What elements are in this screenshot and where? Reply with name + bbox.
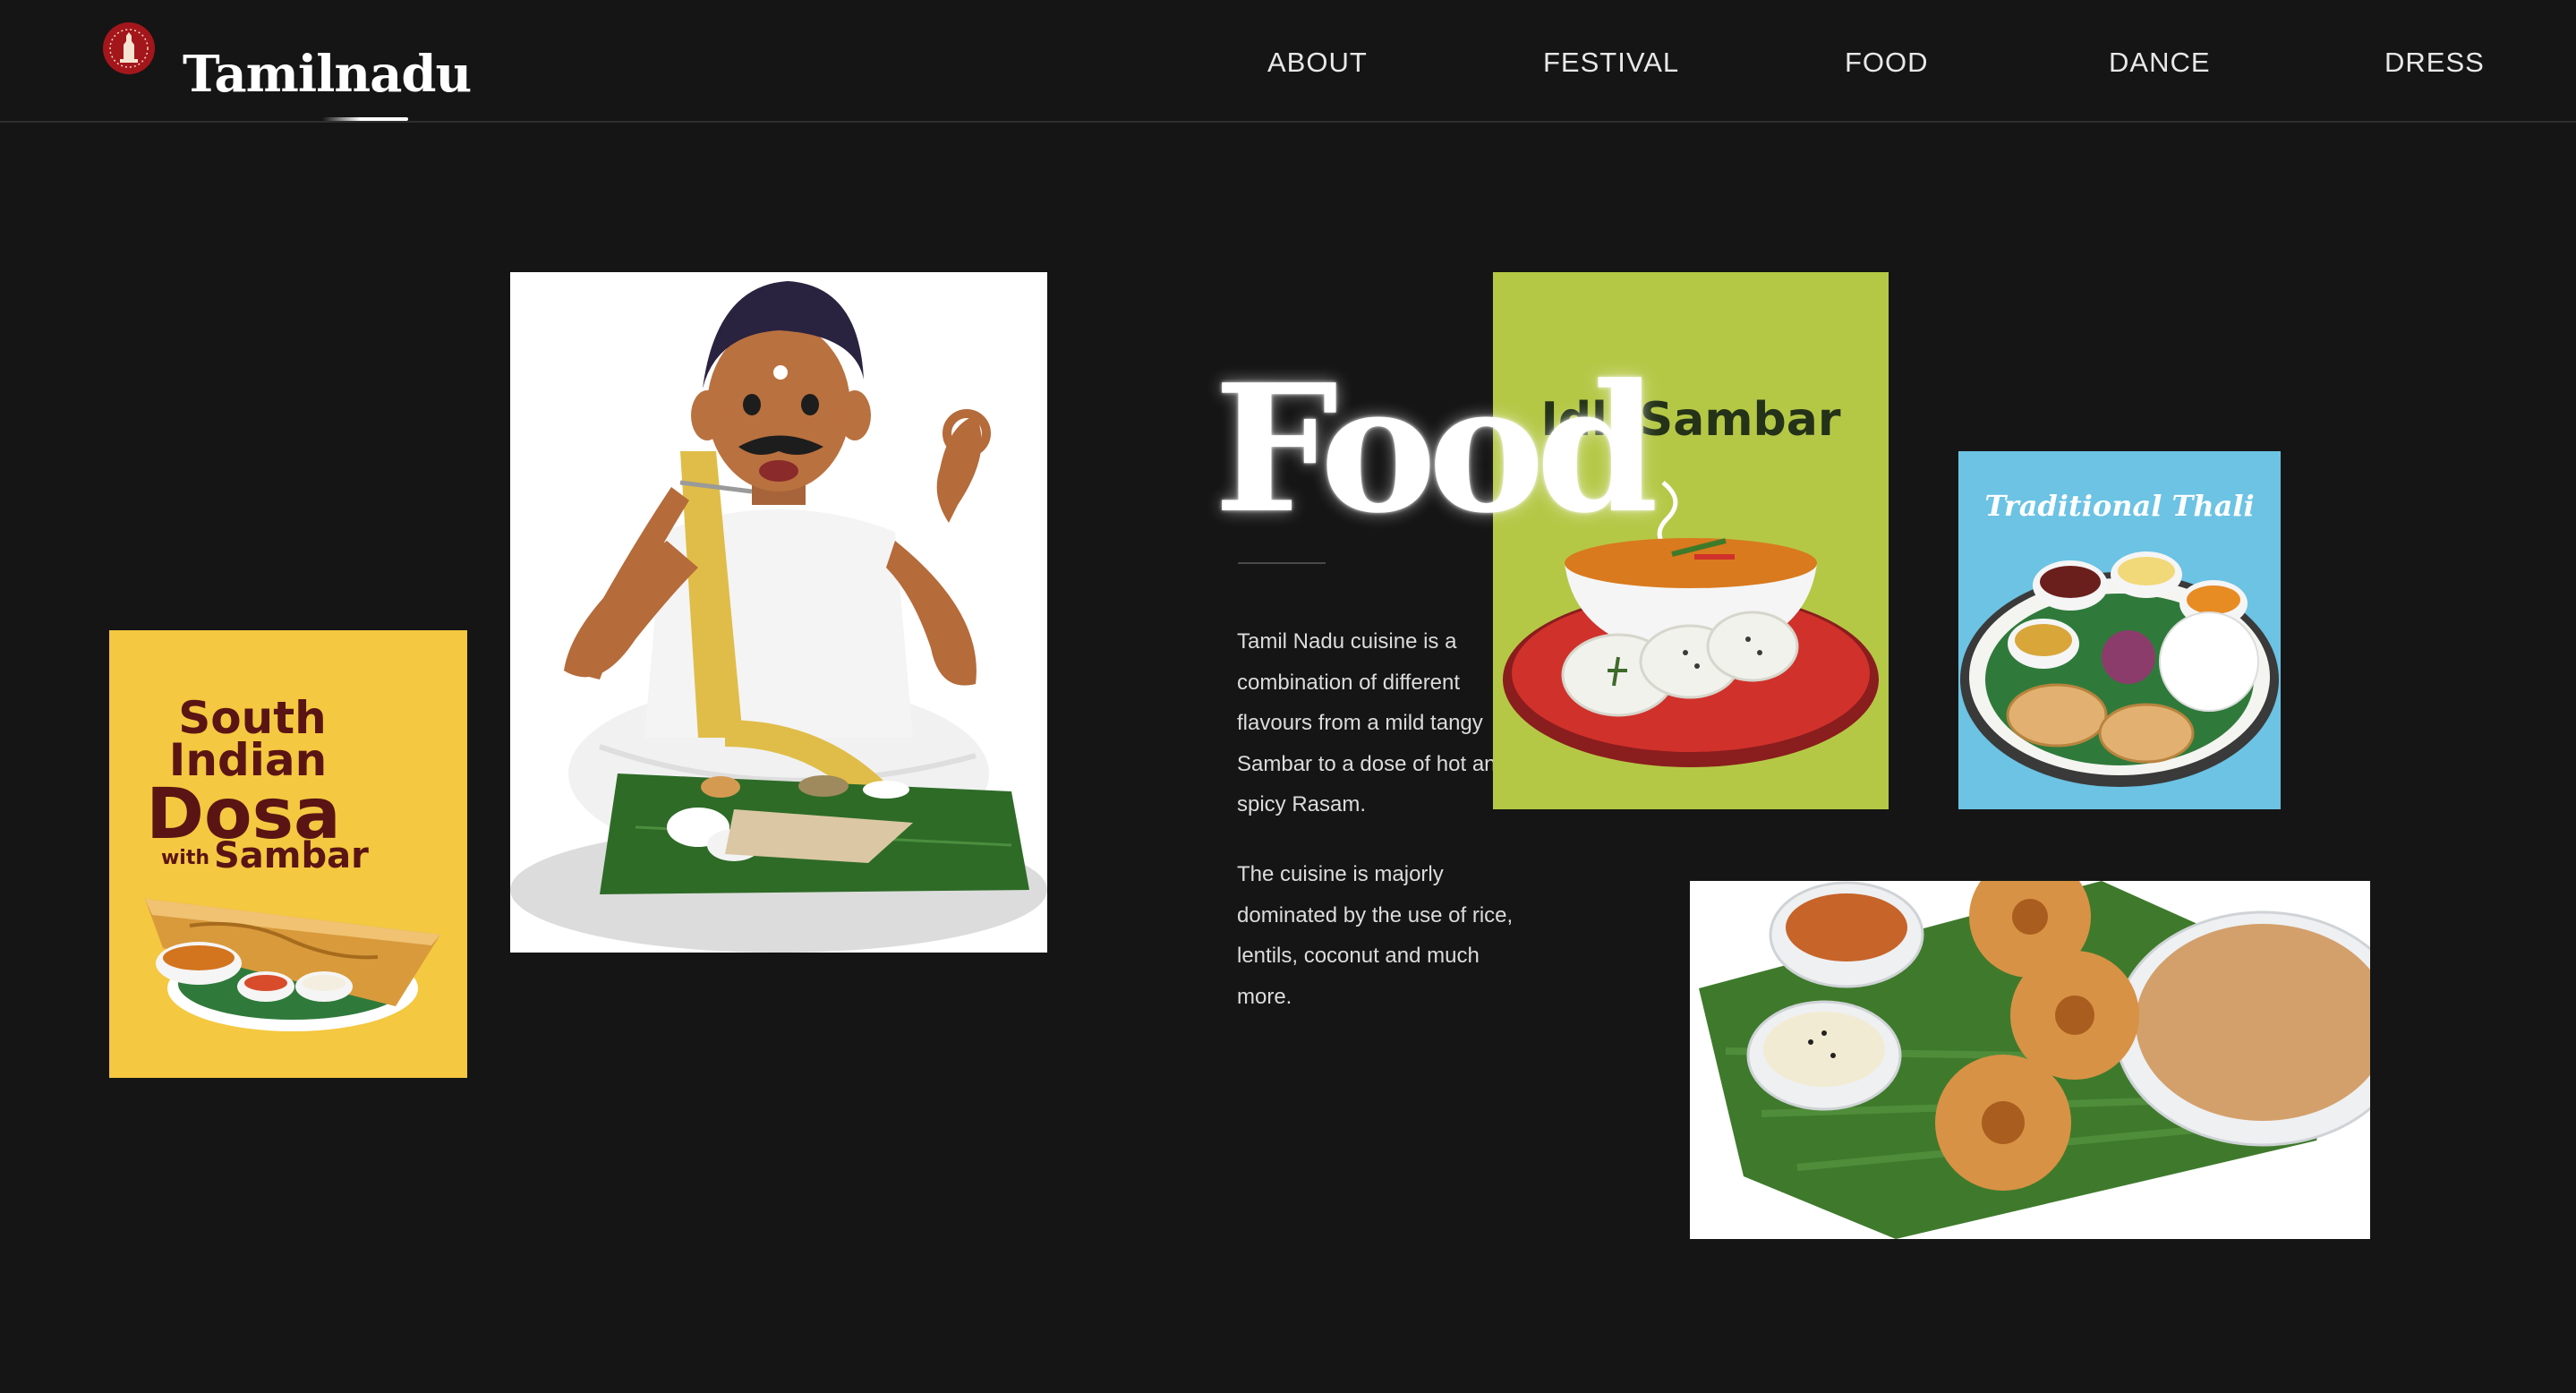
- nav-about[interactable]: ABOUT: [1267, 41, 1368, 84]
- intro-paragraph: Tamil Nadu cuisine is a combination of d…: [1237, 629, 1508, 817]
- emblem-icon[interactable]: [102, 21, 156, 75]
- brand-underline: [322, 117, 408, 121]
- thali-title: Traditional Thali: [1984, 489, 2254, 523]
- nav-food[interactable]: FOOD: [1845, 41, 1929, 84]
- dosa-sambar-image: South Indian Dosa with Sambar: [109, 630, 467, 1078]
- brand-name[interactable]: Tamilnadu: [183, 45, 472, 104]
- cuisine-paragraph: The cuisine is majorly dominated by the …: [1237, 862, 1514, 1009]
- page-title: Food: [1214, 346, 1659, 552]
- nav-dress[interactable]: DRESS: [2384, 41, 2485, 84]
- site-header: Tamilnadu ABOUT FESTIVAL FOOD DANCE DRES…: [0, 0, 2576, 123]
- vada-chutney-image: [1690, 881, 2370, 1239]
- nav-dance[interactable]: DANCE: [2109, 41, 2211, 84]
- nav-festival[interactable]: FESTIVAL: [1543, 41, 1679, 84]
- dosa-text-with: with: [161, 847, 209, 869]
- man-eating-image: [510, 272, 1047, 953]
- dosa-text-sambar: Sambar: [214, 835, 369, 876]
- title-divider: [1238, 562, 1326, 564]
- traditional-thali-image: Traditional Thali: [1958, 451, 2281, 809]
